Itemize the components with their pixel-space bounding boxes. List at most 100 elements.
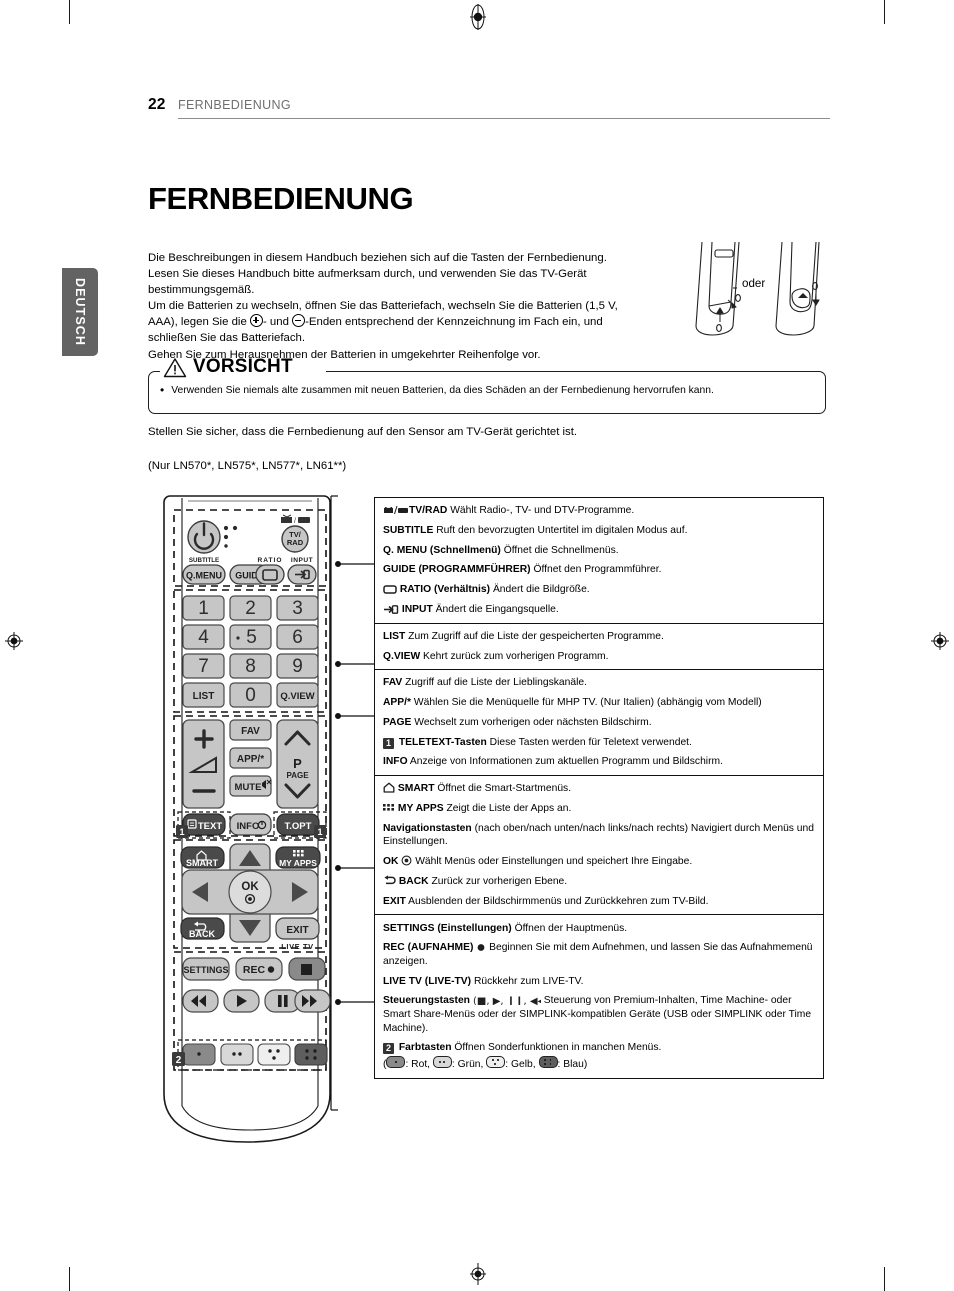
row-label: LIST bbox=[383, 630, 406, 642]
warning-triangle-icon bbox=[163, 357, 187, 377]
row-text: Wählt Radio-, TV- und DTV-Programme. bbox=[447, 505, 635, 517]
row-label: RATIO (Verhältnis) bbox=[399, 584, 491, 596]
table-section-1: TV/RAD Wählt Radio-, TV- und DTV-Program… bbox=[375, 498, 823, 624]
grid-icon bbox=[383, 803, 395, 813]
crop-mark-bottom-left bbox=[69, 1267, 71, 1291]
tv-rad-icon bbox=[383, 505, 409, 515]
row-label: Q. MENU (Schnellmenü) bbox=[383, 544, 501, 556]
row-label: TV/RAD bbox=[409, 505, 448, 517]
svg-text:5: 5 bbox=[246, 627, 257, 648]
row-label: MY APPS bbox=[397, 803, 444, 815]
row-label: APP/* bbox=[383, 697, 412, 709]
row-text: Zeigt die Liste der Apps an. bbox=[443, 803, 572, 815]
minus-terminal-icon bbox=[292, 314, 306, 328]
svg-text:/: / bbox=[294, 518, 296, 525]
svg-text:MUTE: MUTE bbox=[235, 782, 262, 793]
row-text: Öffnet die Smart-Startmenüs. bbox=[434, 783, 572, 795]
svg-text:FAV: FAV bbox=[241, 726, 260, 737]
svg-text:Q.VIEW: Q.VIEW bbox=[280, 691, 314, 702]
intro-line-5: AAA), legen Sie die - und -Enden entspre… bbox=[148, 314, 696, 330]
svg-text:LIST: LIST bbox=[193, 691, 215, 702]
row-text: Zum Zugriff auf die Liste der gespeicher… bbox=[405, 630, 664, 642]
page-number: 22 bbox=[148, 96, 166, 113]
svg-text:INFO: INFO bbox=[237, 821, 260, 832]
svg-text:2: 2 bbox=[176, 1055, 182, 1066]
registration-mark-right bbox=[931, 632, 949, 650]
row-label: INPUT bbox=[401, 604, 433, 615]
row-text: Wechselt zum vorherigen oder nächsten Bi… bbox=[411, 716, 652, 728]
svg-text:PAGE: PAGE bbox=[286, 771, 309, 780]
red-color-button-icon bbox=[386, 1056, 406, 1069]
language-tab-label: DEUTSCH bbox=[73, 277, 87, 347]
row-text: Öffnen der Hauptmenüs. bbox=[511, 922, 628, 934]
table-row: LIST Zum Zugriff auf die Liste der gespe… bbox=[375, 627, 823, 647]
row-label: SMART bbox=[397, 783, 435, 795]
row-text: Ändert die Eingangsquelle. bbox=[432, 604, 559, 615]
remote-control-diagram: / TV/ RAD SUBTITLE Q.MENU GUIDE RATIO IN… bbox=[152, 492, 352, 1152]
svg-text:MY APPS: MY APPS bbox=[279, 858, 317, 868]
svg-text:(■, ▶, ❙❙, ◀◀, ▶▶): (■, ▶, ❙❙, ◀◀, ▶▶) bbox=[473, 996, 541, 1005]
crop-mark-top-right bbox=[884, 0, 886, 24]
intro-line-5-c: -Enden entsprechend der Kennzeichnung im… bbox=[305, 316, 603, 329]
caution-body: • Verwenden Sie niemals alte zusammen mi… bbox=[160, 384, 818, 398]
table-row: EXIT Ausblenden der Bildschirmmenüs und … bbox=[375, 892, 823, 912]
svg-text:4: 4 bbox=[198, 627, 209, 648]
language-tab: DEUTSCH bbox=[62, 268, 98, 356]
row-label: REC (AUFNAHME) bbox=[383, 942, 474, 954]
input-icon bbox=[383, 604, 399, 614]
intro-line-4: Um die Batterien zu wechseln, öffnen Sie… bbox=[148, 300, 618, 313]
legend-blue: : Blau) bbox=[557, 1059, 588, 1071]
legend-red: : Rot, bbox=[405, 1059, 431, 1071]
svg-text:1: 1 bbox=[317, 827, 322, 837]
table-row: Steuerungstasten (■, ▶, ❙❙, ◀◀, ▶▶) Steu… bbox=[375, 991, 823, 1038]
table-row: INFO Anzeige von Informationen zum aktue… bbox=[375, 752, 823, 772]
svg-text:9: 9 bbox=[292, 656, 303, 677]
row-text: Öffnet die Schnellmenüs. bbox=[500, 544, 619, 556]
green-color-button-icon bbox=[432, 1056, 452, 1069]
row-label: GUIDE (PROGRAMMFÜHRER) bbox=[383, 564, 531, 576]
svg-text:REC: REC bbox=[243, 964, 266, 976]
row-label: PAGE bbox=[383, 716, 412, 728]
svg-text:8: 8 bbox=[245, 656, 256, 677]
row-text: Öffnen Sonderfunktionen in manchen Menüs… bbox=[451, 1042, 662, 1054]
table-row: REC (AUFNAHME) Beginnen Sie mit dem Aufn… bbox=[375, 938, 823, 971]
table-row: LIVE TV (LIVE-TV) Rückkehr zum LIVE-TV. bbox=[375, 972, 823, 992]
row-text: Ruft den bevorzugten Untertitel im digit… bbox=[433, 524, 688, 536]
svg-text:RATIO: RATIO bbox=[257, 557, 282, 564]
row-text: Ändert die Bildgröße. bbox=[490, 584, 590, 596]
svg-text:EXIT: EXIT bbox=[286, 925, 308, 936]
svg-text:1: 1 bbox=[198, 598, 209, 619]
model-note: (Nur LN570*, LN575*, LN577*, LN61**) bbox=[148, 460, 347, 472]
intro-line-1: Die Beschreibungen in diesem Handbuch be… bbox=[148, 252, 607, 264]
sensor-note: Stellen Sie sicher, dass die Fernbedienu… bbox=[148, 426, 578, 438]
row-text: Zurück zur vorherigen Ebene. bbox=[428, 875, 568, 887]
transport-icons: (■, ▶, ❙❙, ◀◀, ▶▶) bbox=[473, 995, 541, 1005]
color-legend-row: (: Rot, : Grün, : Gelb, : Blau) bbox=[375, 1056, 823, 1075]
battery-figure-or-label: oder bbox=[742, 277, 766, 290]
chapter-name: FERNBEDIENUNG bbox=[178, 98, 291, 112]
table-row: SMART Öffnet die Smart-Startmenüs. bbox=[375, 779, 823, 799]
table-row: OK Wählt Menüs oder Einstellungen und sp… bbox=[375, 852, 823, 872]
row-label: SUBTITLE bbox=[383, 524, 434, 536]
intro-paragraph: Die Beschreibungen in diesem Handbuch be… bbox=[148, 250, 696, 363]
crop-mark-bottom-right bbox=[884, 1267, 886, 1291]
svg-text:0: 0 bbox=[245, 685, 256, 706]
row-text: Ausblenden der Bildschirmmenüs und Zurüc… bbox=[405, 895, 709, 907]
row-label: INFO bbox=[383, 756, 408, 768]
badge-2-icon: 2 bbox=[383, 1043, 394, 1055]
table-row: INPUT Ändert die Eingangsquelle. bbox=[375, 600, 823, 620]
svg-text:OK: OK bbox=[241, 881, 259, 893]
intro-line-5-b: - und bbox=[262, 316, 293, 329]
table-section-5: SETTINGS (Einstellungen) Öffnen der Haup… bbox=[375, 915, 823, 1077]
row-text: Kehrt zurück zum vorherigen Programm. bbox=[420, 650, 609, 662]
row-text: Wählen Sie die Menüquelle für MHP TV. (N… bbox=[411, 697, 762, 709]
table-row: 1 TELETEXT-Tasten Diese Tasten werden fü… bbox=[375, 733, 823, 753]
svg-text:BACK: BACK bbox=[189, 929, 215, 939]
row-text: Rückkehr zum LIVE-TV. bbox=[471, 975, 584, 987]
table-row: BACK Zurück zur vorherigen Ebene. bbox=[375, 872, 823, 892]
registration-mark-top bbox=[469, 4, 487, 30]
intro-line-2: Lesen Sie dieses Handbuch bitte aufmerks… bbox=[148, 268, 587, 281]
svg-text:SETTINGS: SETTINGS bbox=[183, 965, 228, 975]
registration-mark-bottom bbox=[469, 1261, 487, 1287]
header-divider bbox=[178, 118, 830, 119]
